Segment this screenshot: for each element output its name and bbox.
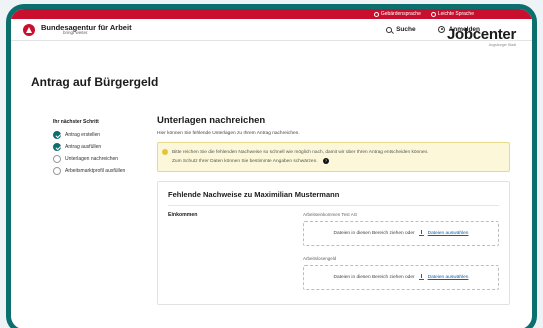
step-item: Unterlagen nachreichen	[53, 153, 153, 165]
circle-icon	[53, 155, 61, 163]
sign-language-label: Gebärdensprache	[380, 11, 421, 17]
notice-line-2: Zum Schutz Ihrer Daten können Sie bestim…	[172, 159, 318, 165]
info-icon[interactable]: ?	[322, 157, 329, 164]
ba-logo[interactable]: Bundesagentur für Arbeit bringt weiter.	[23, 23, 132, 36]
search-icon	[386, 26, 393, 33]
step-label: Antrag erstellen	[65, 132, 101, 138]
check-icon	[53, 143, 61, 151]
sign-language-link[interactable]: Gebärdensprache	[373, 11, 421, 17]
file-dropzone[interactable]: Dateien in diesen Bereich ziehen oder Da…	[303, 221, 499, 246]
step-item: Antrag erstellen	[53, 129, 153, 141]
dropzone-text: Dateien in diesen Bereich ziehen oder	[333, 231, 415, 236]
easy-language-label: Leichte Sprache	[437, 11, 474, 17]
select-files-link[interactable]: Dateien auswählen	[428, 231, 469, 236]
top-utility-bar: Gebärdensprache Leichte Sprache	[11, 9, 532, 19]
info-notice: Bitte reichen Sie die fehlenden Nachweis…	[157, 142, 510, 172]
section-description: Hier können Sie fehlende Unterlagen zu I…	[157, 131, 300, 136]
circle-icon	[53, 167, 61, 175]
search-label: Suche	[396, 26, 416, 33]
income-label: Einkommen	[168, 212, 198, 218]
field-label: Arbeitslosengeld	[303, 256, 337, 261]
notice-line-1: Bitte reichen Sie die fehlenden Nachweis…	[172, 150, 429, 155]
upload-icon	[418, 230, 424, 236]
sign-language-icon	[373, 11, 379, 17]
alert-icon	[162, 149, 168, 155]
file-dropzone[interactable]: Dateien in diesen Bereich ziehen oder Da…	[303, 265, 499, 290]
easy-language-icon	[430, 11, 436, 17]
missing-documents-card: Fehlende Nachweise zu Maximilian Musterm…	[157, 181, 510, 305]
step-label: Arbeitsmarktprofil ausfüllen	[65, 168, 126, 174]
field-label: Arbeitseinkommen Test AG	[303, 212, 358, 217]
select-files-link[interactable]: Dateien auswählen	[428, 275, 469, 280]
search-button[interactable]: Suche	[386, 26, 416, 33]
dropzone-text: Dateien in diesen Bereich ziehen oder	[333, 275, 415, 280]
step-label: Unterlagen nachreichen	[65, 156, 119, 162]
progress-steps: Ihr nächster Schritt Antrag erstellen An…	[53, 119, 153, 177]
check-icon	[53, 131, 61, 139]
step-label: Antrag ausfüllen	[65, 144, 102, 150]
step-item: Antrag ausfüllen	[53, 141, 153, 153]
step-item: Arbeitsmarktprofil ausfüllen	[53, 165, 153, 177]
main-section: Unterlagen nachreichen Hier können Sie f…	[157, 115, 510, 305]
jobcenter-logo: Jobcenter Augsburger Stadt	[447, 26, 516, 47]
jobcenter-title: Jobcenter	[447, 26, 516, 43]
ba-logo-icon	[23, 23, 35, 36]
logo-subtitle: bringt weiter.	[63, 30, 89, 35]
upload-icon	[418, 274, 424, 280]
card-title: Fehlende Nachweise zu Maximilian Musterm…	[168, 190, 499, 206]
user-icon	[437, 26, 445, 33]
jobcenter-subtitle: Augsburger Stadt	[488, 43, 516, 47]
page-title: Antrag auf Bürgergeld	[31, 75, 159, 89]
easy-language-link[interactable]: Leichte Sprache	[430, 11, 474, 17]
steps-title: Ihr nächster Schritt	[53, 119, 99, 125]
section-title: Unterlagen nachreichen	[157, 115, 266, 126]
